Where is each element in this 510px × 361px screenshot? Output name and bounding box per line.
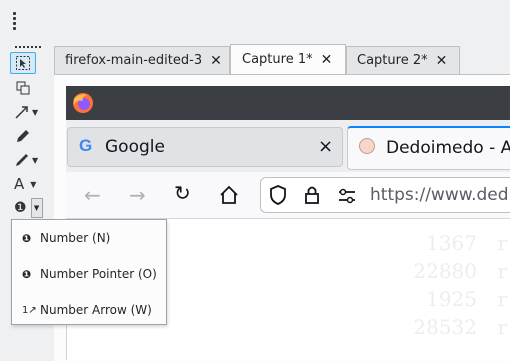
background-stat-suffix: r: [497, 315, 507, 339]
close-icon[interactable]: ✕: [210, 53, 222, 69]
chevron-down-icon: ▼: [32, 155, 39, 165]
firefox-tab-label: Google: [105, 137, 165, 157]
arrow-icon: [15, 106, 28, 119]
selection-icon: [16, 56, 30, 70]
menu-item-number[interactable]: ❶ Number (N): [12, 223, 166, 253]
crop-tool-button[interactable]: [10, 77, 36, 99]
pen-icon: [17, 130, 29, 142]
background-stat: 1925: [426, 287, 477, 311]
close-icon[interactable]: ✕: [321, 52, 333, 68]
duplicate-icon: [16, 81, 30, 95]
arrow-tool-button[interactable]: ▼: [10, 101, 50, 123]
tab-label: Capture 2*: [357, 53, 428, 68]
close-icon: ×: [318, 136, 334, 157]
marker-tool-button[interactable]: ▼: [10, 149, 50, 171]
menu-item-number-arrow[interactable]: 1↗ Number Arrow (W): [12, 295, 166, 325]
number-tool-button[interactable]: ❶ ▼: [10, 197, 50, 219]
tab-firefox-main-edited-3[interactable]: firefox-main-edited-3 ✕: [54, 46, 230, 74]
close-icon[interactable]: ✕: [436, 53, 448, 69]
back-icon: ←: [84, 183, 101, 207]
firefox-url-text: https://www.ded: [370, 185, 509, 205]
tab-label: Capture 1*: [242, 52, 313, 67]
selection-tool-button[interactable]: [10, 52, 36, 74]
permissions-icon: [339, 188, 355, 204]
dedoimedo-favicon-icon: [359, 138, 375, 154]
marker-icon: [16, 154, 28, 166]
chevron-down-icon: ▼: [30, 179, 37, 189]
reload-icon: ↻: [174, 181, 191, 205]
menu-item-label: Number Pointer (O): [40, 267, 157, 281]
tab-label: firefox-main-edited-3: [65, 53, 203, 68]
firefox-tab-google: G Google ×: [67, 127, 343, 167]
number-tool-menu: ❶ Number (N) ❶ Number Pointer (O) 1↗ Num…: [11, 219, 167, 325]
number-pointer-icon: ❶: [22, 267, 32, 281]
google-icon: G: [79, 136, 93, 155]
text-icon: A: [14, 175, 25, 193]
menu-item-label: Number Arrow (W): [40, 303, 152, 317]
firefox-url-bar: https://www.ded: [260, 177, 510, 213]
firefox-logo-icon: [73, 93, 93, 113]
shield-icon: [270, 185, 286, 205]
text-tool-button[interactable]: A ▼: [10, 173, 50, 195]
tab-capture-2[interactable]: Capture 2* ✕: [346, 46, 460, 74]
background-stat: 1367: [426, 231, 477, 255]
firefox-tab-dedoimedo: Dedoimedo - A: [347, 126, 510, 170]
forward-icon: →: [129, 183, 146, 207]
home-icon: [220, 185, 238, 204]
lock-icon: [305, 186, 319, 204]
number-dropdown-button[interactable]: ▼: [30, 198, 43, 218]
background-stat: 22880: [413, 259, 477, 283]
tab-capture-1[interactable]: Capture 1* ✕: [230, 44, 346, 74]
background-stat-suffix: r: [497, 231, 507, 255]
background-stat-suffix: r: [497, 287, 507, 311]
chevron-down-icon: ▼: [32, 107, 39, 117]
menu-item-number-pointer[interactable]: ❶ Number Pointer (O): [12, 259, 166, 289]
menu-item-label: Number (N): [40, 231, 111, 245]
firefox-titlebar: [66, 86, 510, 120]
background-stat-suffix: r: [497, 259, 507, 283]
number-icon: ❶: [22, 231, 32, 245]
toolbar-grip[interactable]: [13, 12, 16, 30]
firefox-tab-label: Dedoimedo - A: [386, 138, 510, 158]
number-arrow-icon: 1↗: [22, 304, 37, 316]
number-icon: ❶: [14, 200, 27, 216]
pen-tool-button[interactable]: [10, 125, 36, 147]
toolbar-grip-horizontal: [15, 46, 41, 50]
background-stat: 28532: [413, 315, 477, 339]
